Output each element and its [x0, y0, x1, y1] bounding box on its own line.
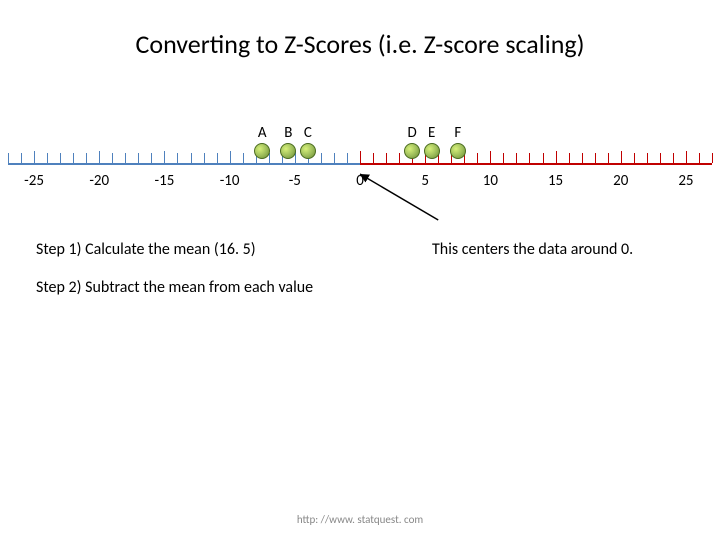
centering-note: This centers the data around 0. — [432, 240, 633, 259]
step-2-text: Step 2) Subtract the mean from each valu… — [36, 278, 313, 297]
arrow-to-zero — [0, 128, 720, 248]
step-1-text: Step 1) Calculate the mean (16. 5) — [36, 240, 256, 259]
footer-url: http: //www. statquest. com — [0, 513, 720, 526]
number-line: -25-20-15-10-50510152025ABCDEF — [0, 128, 720, 208]
page-title: Converting to Z-Scores (i.e. Z-score sca… — [0, 28, 720, 60]
